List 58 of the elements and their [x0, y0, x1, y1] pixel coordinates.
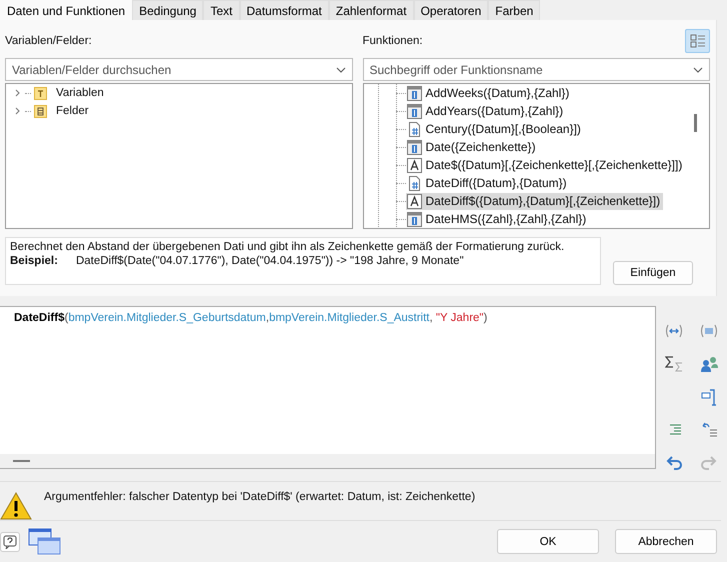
tab[interactable]: Text	[203, 0, 240, 20]
tab[interactable]: Zahlenformat	[328, 0, 414, 20]
insert-button[interactable]: Einfügen	[613, 261, 693, 285]
function-item[interactable]: Century({Datum}[,{Boolean}])	[406, 120, 584, 138]
undo-icon[interactable]	[664, 454, 683, 470]
view-toggle-button[interactable]	[685, 29, 710, 53]
letter-icon	[406, 194, 422, 208]
tab[interactable]: Datumsformat	[240, 0, 329, 20]
variable-icon	[34, 86, 47, 100]
chevron-down-icon	[693, 67, 703, 73]
calendar-icon	[406, 140, 422, 154]
variables-label: Variablen/Felder:	[5, 35, 92, 47]
expression-text: DateDiff$(bmpVerein.Mitglieder.S_Geburtsdatum,bmpVerein.Mitglieder.S_Austritt, "Y Jahre")	[13, 311, 488, 326]
dialog-button[interactable]: Abbrechen	[615, 529, 717, 554]
chevron-right-icon[interactable]	[14, 89, 22, 97]
example-label: Beispiel:	[10, 255, 58, 267]
sigma-icon[interactable]	[664, 356, 683, 372]
tab[interactable]: Daten und Funktionen	[0, 0, 132, 20]
tab[interactable]: Operatoren	[414, 0, 488, 20]
parentheses-dots-icon[interactable]	[700, 324, 718, 338]
chevron-right-icon[interactable]	[14, 107, 22, 115]
function-item[interactable]: DateDiff$({Datum},{Datum}[,{Zeichenkette}])	[406, 192, 664, 210]
calendar-icon	[406, 212, 422, 226]
tab[interactable]: Farben	[488, 0, 540, 20]
description-text: Berechnet den Abstand der übergebenen Dati und gibt ihn als Zeichenkette gemäß der Formatierung zurück.	[10, 241, 566, 253]
chevron-down-icon	[336, 67, 346, 73]
function-item[interactable]: AddWeeks({Datum},{Zahl})	[406, 84, 572, 102]
calendar-icon	[406, 104, 422, 118]
help-button[interactable]	[0, 532, 20, 552]
letter-icon	[406, 158, 422, 172]
calendar-icon	[406, 86, 422, 100]
functions-search-field[interactable]: Suchbegriff oder Funktionsname	[362, 58, 710, 81]
expression-editor[interactable]: DateDiff$(bmpVerein.Mitglieder.S_Geburtsdatum,bmpVerein.Mitglieder.S_Austritt, "Y Jahre")	[0, 306, 656, 469]
functions-label: Funktionen:	[362, 35, 423, 47]
scrollbar[interactable]	[694, 114, 697, 132]
tab[interactable]: Bedingung	[132, 0, 204, 20]
example-text: DateDiff$(Date("04.07.1776"), Date("04.04.1975")) -> "198 Jahre, 9 Monate"	[76, 255, 464, 267]
function-item[interactable]: DateDiff({Datum},{Datum})	[406, 174, 570, 192]
function-item[interactable]: Date$({Datum}[,{Zeichenkette}[,{Zeichenkette}]])	[406, 156, 686, 174]
warning-icon	[0, 492, 32, 520]
number-document-icon	[406, 122, 422, 136]
scrollbar[interactable]	[13, 460, 30, 462]
undo-lines-icon[interactable]	[700, 422, 718, 438]
dialog-button[interactable]: OK	[497, 529, 599, 554]
parentheses-arrows-icon[interactable]	[664, 324, 683, 338]
function-item[interactable]: DateHMS({Zahl},{Zahl},{Zahl})	[406, 210, 590, 228]
table-icon	[34, 104, 47, 118]
field-insert-icon[interactable]	[701, 388, 718, 406]
users-icon[interactable]	[700, 356, 718, 372]
windows-icon[interactable]	[28, 528, 62, 556]
function-item[interactable]: Date({Zeichenkette})	[406, 138, 539, 156]
variables-search-field[interactable]: Variablen/Felder durchsuchen	[5, 58, 352, 81]
tree-item[interactable]: Variablen	[56, 87, 104, 99]
function-item[interactable]: AddYears({Datum},{Zahl})	[406, 102, 566, 120]
list-view-icon	[690, 34, 706, 48]
error-message: Argumentfehler: falscher Datentyp bei 'DateDiff$' (erwartet: Datum, ist: Zeichenkette)	[44, 490, 476, 503]
number-document-icon	[406, 176, 422, 190]
tree-item[interactable]: Felder	[56, 105, 89, 117]
